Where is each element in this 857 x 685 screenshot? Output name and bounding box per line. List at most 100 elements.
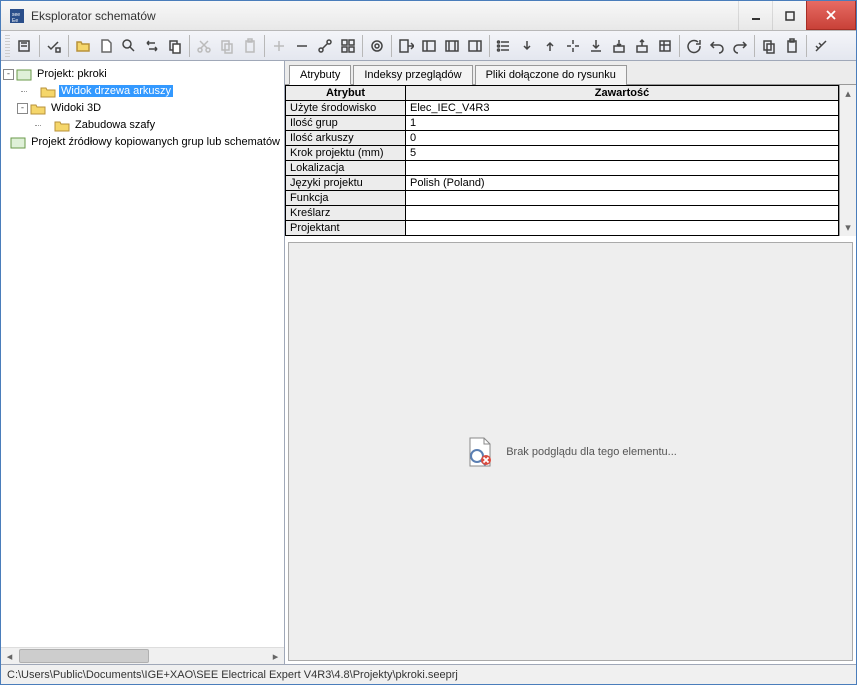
tabs: Atrybuty Indeksy przeglądów Pliki dołącz… (285, 61, 856, 85)
folder-icon (54, 119, 70, 132)
attr-value-cell[interactable] (406, 191, 839, 206)
move-up-icon[interactable] (539, 35, 561, 57)
col-header-content[interactable]: Zawartość (406, 86, 839, 101)
target-icon[interactable] (366, 35, 388, 57)
copy2-icon[interactable] (758, 35, 780, 57)
attr-name-cell: Ilość arkuszy (286, 131, 406, 146)
project-icon (10, 136, 26, 149)
project-icon (16, 68, 32, 81)
app-icon: seeEe (9, 8, 25, 24)
vertical-scrollbar[interactable]: ▴ ▾ (839, 85, 856, 236)
attr-value-cell[interactable] (406, 161, 839, 176)
maximize-button[interactable] (772, 1, 806, 30)
table-row[interactable]: Krok projektu (mm)5 (286, 146, 839, 161)
undo-icon[interactable] (706, 35, 728, 57)
scroll-right-icon[interactable]: ▸ (267, 648, 284, 665)
tab-attachments[interactable]: Pliki dołączone do rysunku (475, 65, 627, 85)
attr-value-cell[interactable] (406, 221, 839, 236)
table-row[interactable]: Kreślarz (286, 206, 839, 221)
refresh-icon[interactable] (683, 35, 705, 57)
tree-item-cabinet[interactable]: Zabudowa szafy (31, 117, 282, 133)
copy-sheet-icon[interactable] (164, 35, 186, 57)
collapse-icon[interactable]: - (17, 103, 28, 114)
tree-source-project[interactable]: Projekt źródłowy kopiowanych grup lub sc… (3, 134, 282, 150)
window-title: Eksplorator schematów (31, 9, 738, 23)
import-icon[interactable] (608, 35, 630, 57)
no-preview-icon (464, 436, 496, 468)
measure-icon[interactable] (810, 35, 832, 57)
move-down-icon[interactable] (516, 35, 538, 57)
exit-icon[interactable] (395, 35, 417, 57)
paste2-icon[interactable] (781, 35, 803, 57)
tab-attributes[interactable]: Atrybuty (289, 65, 351, 85)
tree-item-label: Projekt źródłowy kopiowanych grup lub sc… (29, 136, 282, 148)
remove-icon[interactable] (291, 35, 313, 57)
new-file-icon[interactable] (95, 35, 117, 57)
search-icon[interactable] (118, 35, 140, 57)
table-row[interactable]: Języki projektuPolish (Poland) (286, 176, 839, 191)
attr-name-cell: Kreślarz (286, 206, 406, 221)
panel-right-icon[interactable] (464, 35, 486, 57)
table-row[interactable]: Ilość grup1 (286, 116, 839, 131)
spread-icon[interactable] (562, 35, 584, 57)
attr-name-cell: Języki projektu (286, 176, 406, 191)
scroll-up-icon[interactable]: ▴ (845, 87, 851, 100)
paste-icon[interactable] (239, 35, 261, 57)
scroll-thumb[interactable] (19, 649, 149, 663)
minimize-button[interactable] (738, 1, 772, 30)
tree-root[interactable]: - Projekt: pkroki (3, 66, 282, 82)
copy-icon[interactable] (216, 35, 238, 57)
settings-icon[interactable] (654, 35, 676, 57)
svg-text:Ee: Ee (12, 18, 18, 24)
table-row[interactable]: Projektant (286, 221, 839, 236)
tab-label: Pliki dołączone do rysunku (486, 69, 616, 81)
toolbar-btn-2[interactable] (43, 35, 65, 57)
panel-both-icon[interactable] (441, 35, 463, 57)
tree-item-label: Zabudowa szafy (73, 119, 157, 131)
add-icon[interactable] (268, 35, 290, 57)
list-icon[interactable] (493, 35, 515, 57)
table-row[interactable]: Funkcja (286, 191, 839, 206)
toolbar (1, 31, 856, 61)
attr-value-cell[interactable]: Elec_IEC_V4R3 (406, 101, 839, 116)
attr-value-cell[interactable] (406, 206, 839, 221)
replace-icon[interactable] (141, 35, 163, 57)
horizontal-scrollbar[interactable]: ◂ ▸ (1, 647, 284, 664)
panel-left-icon[interactable] (418, 35, 440, 57)
scroll-left-icon[interactable]: ◂ (1, 648, 18, 665)
project-tree[interactable]: - Projekt: pkroki Widok drzewa arkuszy (1, 61, 284, 647)
tree-item-sheet-view[interactable]: Widok drzewa arkuszy (17, 83, 282, 99)
attribute-table[interactable]: Atrybut Zawartość Użyte środowiskoElec_I… (285, 85, 839, 236)
tree-panel: - Projekt: pkroki Widok drzewa arkuszy (1, 61, 285, 664)
preview-area: Brak podglądu dla tego elementu... (288, 242, 853, 661)
scroll-down-icon[interactable]: ▾ (845, 221, 851, 234)
close-button[interactable] (806, 1, 856, 30)
collapse-icon[interactable]: - (3, 69, 14, 80)
window-controls (738, 1, 856, 30)
col-header-attribute[interactable]: Atrybut (286, 86, 406, 101)
table-row[interactable]: Lokalizacja (286, 161, 839, 176)
attr-value-cell[interactable]: Polish (Poland) (406, 176, 839, 191)
tree-root-label: Projekt: pkroki (35, 68, 109, 80)
table-row[interactable]: Ilość arkuszy0 (286, 131, 839, 146)
toolbar-btn-1[interactable] (14, 35, 36, 57)
attr-value-cell[interactable]: 0 (406, 131, 839, 146)
attr-name-cell: Krok projektu (mm) (286, 146, 406, 161)
grid-icon[interactable] (337, 35, 359, 57)
cut-icon[interactable] (193, 35, 215, 57)
download-icon[interactable] (585, 35, 607, 57)
right-panel: Atrybuty Indeksy przeglądów Pliki dołącz… (285, 61, 856, 664)
redo-icon[interactable] (729, 35, 751, 57)
folder-icon (30, 102, 46, 115)
connect-icon[interactable] (314, 35, 336, 57)
open-icon[interactable] (72, 35, 94, 57)
tree-item-label: Widok drzewa arkuszy (59, 85, 173, 97)
toolbar-grip (5, 35, 10, 57)
tree-item-3d-views[interactable]: - Widoki 3D (17, 100, 282, 116)
folder-icon (40, 85, 56, 98)
export-icon[interactable] (631, 35, 653, 57)
tab-indexes[interactable]: Indeksy przeglądów (353, 65, 472, 85)
attr-value-cell[interactable]: 1 (406, 116, 839, 131)
table-row[interactable]: Użyte środowiskoElec_IEC_V4R3 (286, 101, 839, 116)
attr-value-cell[interactable]: 5 (406, 146, 839, 161)
